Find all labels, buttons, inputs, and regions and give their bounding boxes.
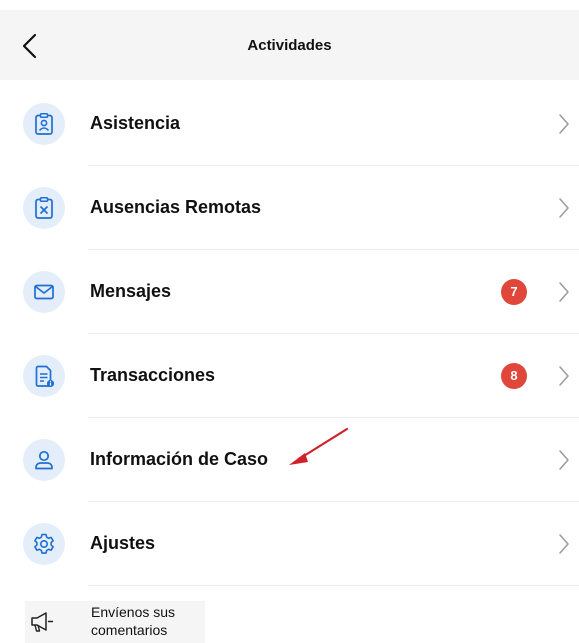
menu-item-label: Transacciones: [90, 365, 216, 385]
menu-item-label: Mensajes: [90, 281, 172, 301]
menu-item-label: Asistencia: [90, 113, 181, 133]
clipboard-user-icon: [35, 113, 53, 135]
megaphone-icon: [31, 612, 54, 632]
gear-icon: [34, 533, 54, 554]
chevron-right-icon: [559, 198, 569, 218]
menu-item-label: Información de Caso: [90, 449, 269, 469]
feedback-label-line2: comentarios: [91, 622, 168, 638]
top-bar: Actividades: [0, 10, 579, 80]
clipboard-x-icon: [35, 197, 53, 219]
chevron-right-icon: [559, 366, 569, 386]
menu-item-transacciones[interactable]: Transacciones 8: [0, 334, 579, 418]
menu-item-ajustes[interactable]: Ajustes: [0, 502, 579, 586]
document-info-icon: [35, 365, 55, 388]
menu-item-mensajes[interactable]: Mensajes 7: [0, 250, 579, 334]
icon-badge: [23, 523, 65, 565]
chevron-right-icon: [559, 114, 569, 134]
menu-item-ausencias-remotas[interactable]: Ausencias Remotas: [0, 166, 579, 250]
menu-item-label: Ausencias Remotas: [90, 197, 262, 217]
user-icon: [35, 450, 53, 470]
unread-count-badge: 7: [501, 279, 527, 305]
activities-menu: Asistencia Ausencias Remotas Mensajes 7 …: [0, 82, 579, 586]
page-title: Actividades: [247, 37, 332, 54]
pending-count-badge: 8: [501, 363, 527, 389]
menu-item-informacion-de-caso[interactable]: Información de Caso: [0, 418, 579, 502]
feedback-button[interactable]: Envíenos sus comentarios: [25, 601, 205, 643]
icon-badge: [23, 271, 65, 313]
feedback-label-line1: Envíenos sus: [91, 604, 176, 620]
icon-badge: [23, 187, 65, 229]
feedback-label: Envíenos sus comentarios: [91, 603, 175, 639]
icon-badge: [23, 355, 65, 397]
chevron-right-icon: [559, 282, 569, 302]
icon-badge: [23, 103, 65, 145]
chevron-right-icon: [559, 534, 569, 554]
menu-item-asistencia[interactable]: Asistencia: [0, 82, 579, 166]
menu-item-label: Ajustes: [90, 533, 156, 553]
icon-badge: [23, 439, 65, 481]
envelope-icon: [34, 284, 54, 300]
activities-screen: Actividades Asistencia Ausencias Remotas…: [0, 0, 579, 643]
chevron-right-icon: [559, 450, 569, 470]
